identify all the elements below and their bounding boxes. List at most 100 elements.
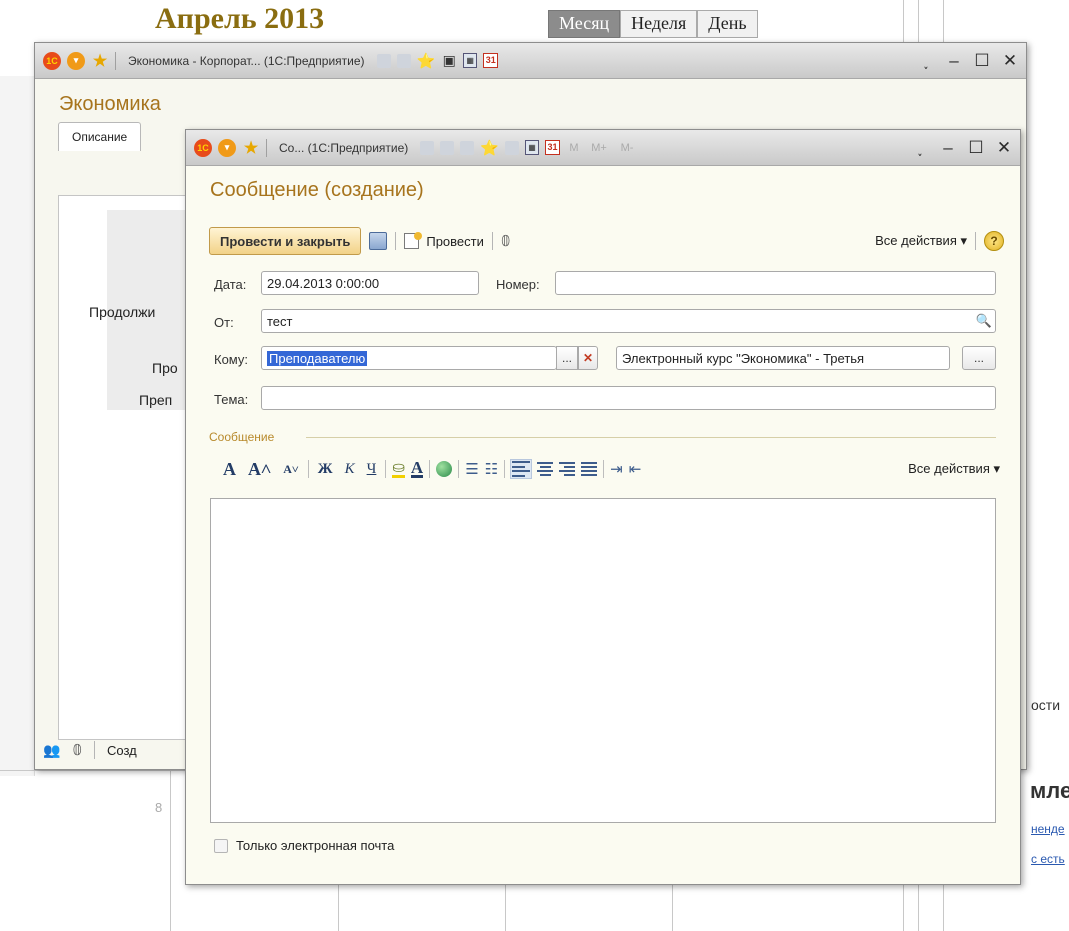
dropdown-icon[interactable]: ˯ xyxy=(918,52,934,69)
subject-label: Тема: xyxy=(214,392,249,407)
dropdown-icon[interactable]: ˯ xyxy=(912,139,928,156)
separator xyxy=(266,138,267,157)
menu-icon[interactable]: ▾ xyxy=(67,51,85,70)
history-icon[interactable] xyxy=(505,140,519,155)
bullet-list-icon[interactable]: ☰ xyxy=(465,460,478,478)
field-label: Про xyxy=(152,360,178,376)
align-center-icon[interactable] xyxy=(537,462,554,476)
favorite-star-icon[interactable]: ★ xyxy=(242,139,260,157)
nav-back-icon[interactable] xyxy=(376,53,391,68)
subject-field[interactable] xyxy=(261,386,996,410)
close-icon[interactable]: ✕ xyxy=(996,139,1012,156)
maximize-icon[interactable]: ☐ xyxy=(974,52,990,69)
separator xyxy=(115,51,116,70)
memory-plus-button[interactable]: M+ xyxy=(588,142,610,154)
to-field[interactable]: Преподавателю xyxy=(261,346,557,370)
calculator-icon[interactable]: ▦ xyxy=(525,140,539,155)
email-only-checkbox[interactable] xyxy=(214,838,228,853)
format-all-actions-button[interactable]: Все действия ▾ xyxy=(908,461,1000,477)
font-icon[interactable]: A xyxy=(220,459,239,480)
from-field[interactable]: тест xyxy=(261,309,996,333)
help-icon[interactable]: ? xyxy=(984,231,1004,251)
form-title: Сообщение (создание) xyxy=(210,179,424,201)
save-icon[interactable] xyxy=(369,232,388,250)
tab-week[interactable]: Неделя xyxy=(620,10,698,38)
calendar-cell-divider xyxy=(170,770,171,931)
indent-decrease-icon[interactable]: ⇤ xyxy=(629,460,642,478)
users-icon[interactable]: 👥 xyxy=(43,742,60,759)
memory-minus-button[interactable]: M- xyxy=(616,142,638,154)
tab-day[interactable]: День xyxy=(697,10,758,38)
favorite-star-icon[interactable]: ★ xyxy=(91,52,109,70)
select-course-button[interactable]: ... xyxy=(962,346,996,370)
separator xyxy=(603,460,605,478)
window-titlebar[interactable]: 1С ▾ ★ Экономика - Корпорат... (1С:Предп… xyxy=(35,43,1026,79)
post-icon xyxy=(404,232,423,249)
date-field[interactable]: 29.04.2013 0:00:00 xyxy=(261,271,479,295)
all-actions-menu: Все действия ▾ ? xyxy=(875,231,1004,251)
history-icon[interactable]: ▣ xyxy=(441,52,457,69)
add-favorite-icon[interactable]: ⭐ xyxy=(480,139,499,157)
back-window-footer: 👥 𝟘 Созд xyxy=(43,741,137,759)
underline-button[interactable]: Ч xyxy=(364,461,380,478)
to-field-value: Преподавателю xyxy=(267,351,368,366)
add-favorite-icon[interactable]: ⭐ xyxy=(417,52,436,70)
field-label: Продолжи xyxy=(89,304,156,320)
calendar-icon[interactable]: 31 xyxy=(483,53,499,68)
calendar-month-title: Апрель 2013 xyxy=(155,2,325,35)
tab-description[interactable]: Описание xyxy=(58,122,142,151)
increase-font-icon[interactable]: A˄ xyxy=(245,459,274,480)
align-left-icon[interactable] xyxy=(510,459,533,479)
italic-button[interactable]: К xyxy=(342,461,358,478)
hyperlink-icon[interactable] xyxy=(436,461,453,477)
maximize-icon[interactable]: ☐ xyxy=(968,139,984,156)
nav-back-icon[interactable] xyxy=(420,140,435,155)
form-title: Экономика xyxy=(59,93,161,115)
post-button[interactable]: Провести xyxy=(404,232,484,249)
attachment-icon[interactable]: 𝟘 xyxy=(501,232,511,250)
decrease-font-icon[interactable]: A˅ xyxy=(280,462,302,477)
message-editor[interactable] xyxy=(210,498,996,823)
description-panel: Продолжи Про Преп xyxy=(58,195,204,740)
align-right-icon[interactable] xyxy=(559,462,576,476)
calendar-day-number: 8 xyxy=(155,800,163,815)
1c-logo-icon[interactable]: 1С xyxy=(194,138,212,157)
all-actions-button[interactable]: Все действия ▾ xyxy=(875,233,967,249)
indent-increase-icon[interactable]: ⇥ xyxy=(610,460,623,478)
nav-forward-icon[interactable] xyxy=(396,53,411,68)
tab-month[interactable]: Месяц xyxy=(548,10,621,38)
create-button[interactable]: Созд xyxy=(107,743,137,758)
message-window: 1С ▾ ★ Со... (1С:Предприятие) ⭐ ▦ 31 M M… xyxy=(185,129,1021,885)
attachment-icon[interactable]: 𝟘 xyxy=(72,741,82,759)
side-text-fragment: ости xyxy=(1031,697,1061,713)
menu-icon[interactable]: ▾ xyxy=(218,138,236,157)
fill-color-icon[interactable]: ⛀ xyxy=(392,460,405,478)
to-label: Кому: xyxy=(214,352,248,367)
post-and-close-button[interactable]: Провести и закрыть xyxy=(209,227,362,255)
minimize-icon[interactable]: – xyxy=(940,139,956,156)
1c-logo-icon[interactable]: 1С xyxy=(43,51,61,70)
bold-button[interactable]: Ж xyxy=(315,461,336,478)
close-icon[interactable]: ✕ xyxy=(1002,52,1018,69)
minimize-icon[interactable]: – xyxy=(946,52,962,69)
course-field[interactable]: Электронный курс "Экономика" - Третья xyxy=(616,346,950,370)
calculator-icon[interactable]: ▦ xyxy=(463,53,478,68)
window-titlebar[interactable]: 1С ▾ ★ Со... (1С:Предприятие) ⭐ ▦ 31 M M… xyxy=(186,130,1020,166)
side-link-fragment[interactable]: с есть xyxy=(1031,852,1065,866)
clear-icon[interactable]: ✕ xyxy=(578,346,598,370)
memory-button[interactable]: M xyxy=(566,142,582,154)
side-heading-fragment: мле xyxy=(1030,778,1069,803)
date-label: Дата: xyxy=(214,277,247,292)
text-color-icon[interactable]: A xyxy=(410,459,424,478)
number-field[interactable] xyxy=(555,271,996,295)
select-recipient-button[interactable]: ... xyxy=(556,346,578,370)
justify-icon[interactable] xyxy=(581,462,598,476)
window-title: Экономика - Корпорат... (1С:Предприятие) xyxy=(128,53,365,68)
calendar-icon[interactable]: 31 xyxy=(545,140,560,155)
side-link-fragment[interactable]: ненде xyxy=(1031,822,1065,836)
print-icon[interactable] xyxy=(440,140,455,155)
numbered-list-icon[interactable]: ☷ xyxy=(485,460,498,478)
copy-icon[interactable] xyxy=(460,140,475,155)
email-only-label: Только электронная почта xyxy=(236,838,395,853)
search-icon[interactable]: 🔍 xyxy=(973,310,995,332)
